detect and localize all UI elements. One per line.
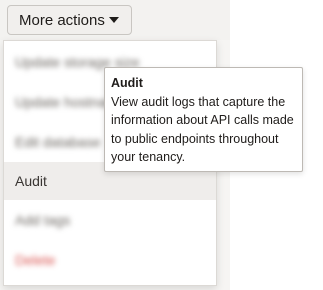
menu-item-label: Delete xyxy=(15,252,56,268)
menu-item-label: Add tags xyxy=(15,212,71,228)
tooltip-title: Audit xyxy=(111,76,143,90)
audit-tooltip: Audit View audit logs that capture the i… xyxy=(104,67,303,172)
menu-item-label: Edit database xyxy=(15,134,101,150)
tooltip-body: View audit logs that capture the informa… xyxy=(111,94,294,165)
menu-item-add-tags[interactable]: Add tags xyxy=(4,201,216,239)
more-actions-label: More actions xyxy=(19,11,105,29)
caret-down-icon xyxy=(109,17,119,23)
more-actions-button[interactable]: More actions xyxy=(7,5,132,35)
menu-item-label: Audit xyxy=(15,173,47,189)
menu-item-delete[interactable]: Delete xyxy=(4,241,216,279)
